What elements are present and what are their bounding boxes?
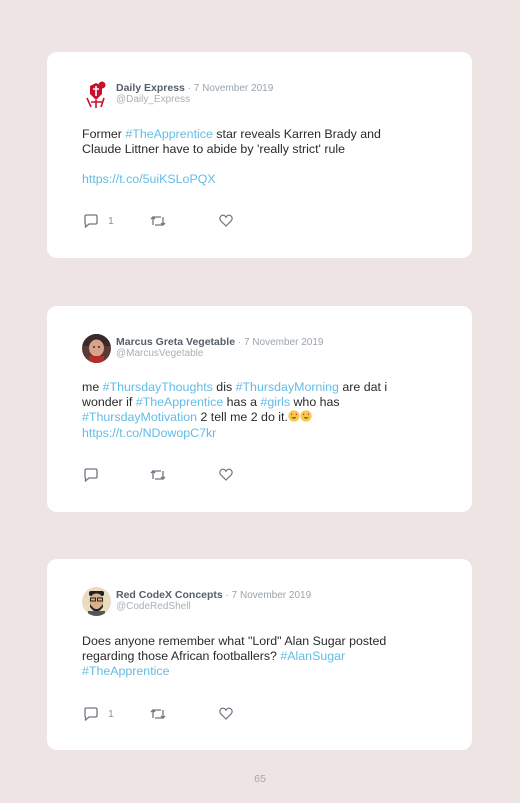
reply-count: 1 [108,215,114,227]
reply-button[interactable]: 1 [83,214,114,228]
author-name[interactable]: Daily Express [116,82,185,94]
hashtag-link[interactable]: #TheApprentice [125,127,212,141]
tweet-text-segment: Former [82,127,126,141]
page-number: 65 [254,773,266,785]
avatar[interactable] [82,587,111,616]
tweet-text-segment: has a [223,395,261,410]
tweet-text: Former #TheApprentice star reveals Karre… [82,127,417,188]
hashtag-link[interactable]: #girls [260,395,290,409]
tweet-actions: 1 [83,707,243,721]
separator: · [235,337,244,348]
hashtag-link[interactable]: #TheApprentice [136,395,223,409]
retweet-button[interactable] [149,707,167,721]
daily-express-crusader-logo-icon [82,80,111,109]
tweet-date[interactable]: 7 November 2019 [232,590,312,601]
tweet-text: Does anyone remember what "Lord" Alan Su… [82,634,417,680]
like-button[interactable] [219,214,233,228]
hashtag-link[interactable]: #ThursdayThoughts [103,380,213,394]
reply-count: 1 [108,708,114,720]
retweet-icon [150,709,166,719]
tweet-date[interactable]: 7 November 2019 [244,337,324,348]
hashtag-link[interactable]: #TheApprentice [82,664,169,678]
like-icon [219,214,233,227]
tweet-text-segment: 2 tell me 2 do it. [197,410,288,425]
author-handle[interactable]: @MarcusVegetable [116,348,203,359]
separator: · [222,590,232,601]
hashtag-link[interactable]: #ThursdayMorning [236,380,339,394]
author-handle[interactable]: @Daily_Express [116,94,190,105]
avatar[interactable] [82,334,111,363]
retweet-icon [150,216,166,226]
hashtag-link[interactable]: #ThursdayMotivation [82,410,197,424]
tweet-actions [83,468,243,482]
author-handle[interactable]: @CodeRedShell [116,601,191,612]
tweet-text-segment: dis [212,380,236,394]
reply-button[interactable] [83,468,99,482]
bearded-cartoon-avatar-icon [82,587,111,616]
retweet-button[interactable] [149,214,167,228]
tweet-text-segment: me [82,380,103,394]
tweet-card: Red CodeX Concepts · 7 November 2019 @Co… [47,559,472,750]
like-button[interactable] [219,468,233,482]
tweet-link[interactable]: https://t.co/5uiKSLoPQX [82,172,417,187]
hashtag-link[interactable]: #AlanSugar [280,649,345,663]
reply-icon [84,468,98,482]
retweet-button[interactable] [149,468,167,482]
tweet-text-segment: who has [290,395,340,410]
user-photo-icon [82,334,111,363]
tweet-card: Daily Express · 7 November 2019 @Daily_E… [47,52,472,258]
tweet-text: me #ThursdayThoughts dis #ThursdayMornin… [82,380,417,441]
author-name[interactable]: Red CodeX Concepts [116,589,223,601]
like-button[interactable] [219,707,233,721]
like-icon [219,468,233,481]
retweet-icon [150,470,166,480]
like-icon [219,707,233,720]
reply-button[interactable]: 1 [83,707,114,721]
tweet-card: Marcus Greta Vegetable · 7 November 2019… [47,306,472,512]
tweet-actions: 1 [83,214,243,228]
avatar[interactable] [82,80,111,109]
tweet-link[interactable]: https://t.co/NDowopC7kr [82,426,216,440]
tweet-date[interactable]: 7 November 2019 [194,83,274,94]
reply-icon [84,707,98,721]
heart-eyes-emoji-icon [300,410,312,423]
heart-eyes-emoji-icon [288,410,300,423]
reply-icon [84,214,98,228]
author-name[interactable]: Marcus Greta Vegetable [116,336,235,348]
separator: · [184,83,194,94]
